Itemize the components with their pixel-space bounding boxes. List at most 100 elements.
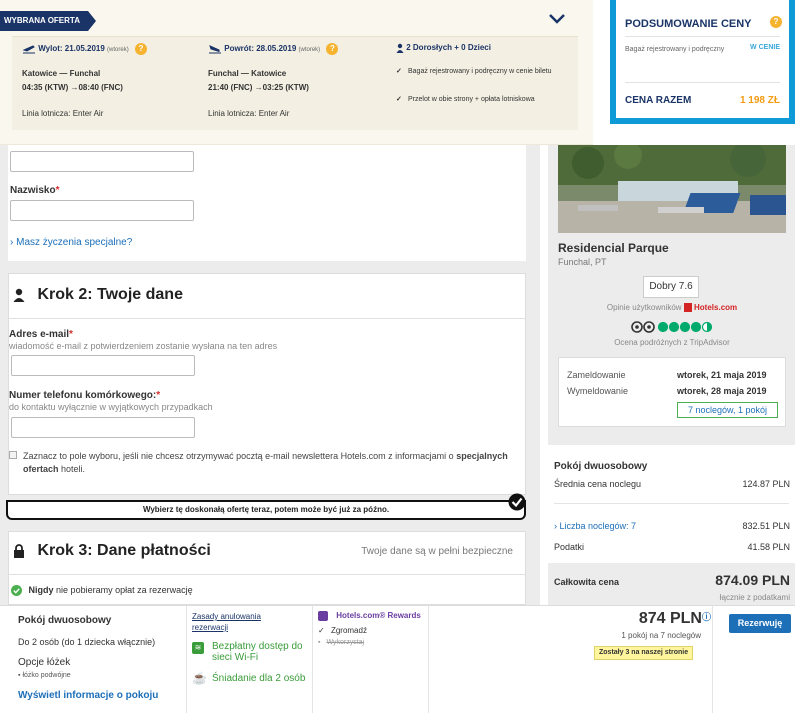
outbound-route: Katowice — Funchal xyxy=(22,69,101,78)
room-offer-row: Pokój dwuosobowy Do 2 osób (do 1 dziecka… xyxy=(0,605,795,713)
special-requests-link[interactable]: › Masz życzenia specjalne? xyxy=(10,237,132,248)
hotels-com-logo-icon xyxy=(683,303,692,313)
price-info-icon[interactable]: ⓘ xyxy=(702,612,711,622)
return-route: Funchal — Katowice xyxy=(208,69,287,78)
price-summary-info-icon[interactable]: ? xyxy=(770,16,782,28)
step2-card: Krok 2: Twoje dane Adres e-mail* wiadomo… xyxy=(8,273,526,495)
wifi-feature: ≋ Bezpłatny dostęp do sieci Wi-Fi xyxy=(192,641,310,663)
room-price: 874 PLNⓘ xyxy=(638,610,711,627)
rewards-use: ▪ Wykorzystaj xyxy=(318,639,365,646)
booking-form: Nazwisko* › Masz życzenia specjalne? Kro… xyxy=(0,145,540,605)
person-icon xyxy=(396,43,404,53)
outbound-airline: Linia lotnicza: Enter Air xyxy=(22,109,104,118)
check-circle-icon xyxy=(508,493,526,511)
hotels-com-brand: Hotels.com xyxy=(694,303,738,312)
room-name: Pokój dwuosobowy xyxy=(18,615,112,626)
plane-landing-icon xyxy=(209,45,221,54)
room-info-link[interactable]: Wyświetl informacje o pokoju xyxy=(18,690,158,701)
rating-badge: Dobry 7.6 xyxy=(643,276,699,298)
outbound-info-icon[interactable]: ? xyxy=(134,43,147,55)
hotel-name[interactable]: Residencial Parque xyxy=(558,241,669,255)
nights-badge: 7 noclegów, 1 pokój xyxy=(677,402,778,418)
plane-takeoff-icon xyxy=(22,45,35,54)
email-label: Adres e-mail* xyxy=(9,329,73,340)
return-date: Powrót: 28.05.2019 xyxy=(224,44,297,54)
avg-price-value: 124.87 PLN xyxy=(742,479,790,489)
secure-note: Twoje dane są w pełni bezpieczne xyxy=(361,546,513,557)
hotel-photo xyxy=(558,145,786,233)
total-price-value: 1 198 ZŁ xyxy=(739,95,780,106)
selected-offer-badge: WYBRANA OFERTA xyxy=(0,11,96,31)
email-hint: wiadomość e-mail z potwierdzeniem zostan… xyxy=(9,341,278,351)
rewards-title: Hotels.com® Rewards xyxy=(318,611,421,621)
breakfast-feature: ☕ Śniadanie dla 2 osób xyxy=(192,671,306,685)
baggage-label: Bagaż rejestrowany i podręczny xyxy=(625,46,725,53)
tax-value: 41.58 PLN xyxy=(747,542,790,552)
newsletter-checkbox[interactable] xyxy=(9,451,17,459)
user-icon xyxy=(13,288,25,302)
wifi-icon: ≋ xyxy=(192,642,204,654)
nights-link[interactable]: › Liczba noclegów: 7 xyxy=(554,521,636,531)
beds-item: ▪ łóżko podwójne xyxy=(18,672,71,679)
outbound-header: Wylot: 21.05.2019 (wtorek) ? xyxy=(22,43,147,57)
chevron-right-icon: › xyxy=(10,237,14,248)
step1-card: Nazwisko* › Masz życzenia specjalne? xyxy=(8,145,526,261)
return-day: (wtorek) xyxy=(298,47,321,54)
newsletter-text: Zaznacz to pole wyboru, jeśli nie chcesz… xyxy=(23,451,508,474)
rewards-icon xyxy=(318,611,328,621)
no-fee-note: Nigdy nie pobieramy opłat za rezerwację xyxy=(11,585,193,597)
total-row: Całkowita cena 874.09 PLN łącznie z poda… xyxy=(548,563,795,605)
tripadvisor-rating-icon xyxy=(631,320,715,338)
checkout-label: Wymeldowanie xyxy=(567,386,628,396)
hotel-sidebar: Residencial Parque Funchal, PT Dobry 7.6… xyxy=(548,145,795,605)
room-type: Pokój dwuosobowy xyxy=(554,461,648,472)
tripadvisor-caption: Ocena podróżnych z TripAdvisor xyxy=(614,338,730,347)
hotel-location: Funchal, PT xyxy=(558,257,607,267)
total-note: łącznie z podatkami xyxy=(719,593,790,602)
phone-hint: do kontaktu wyłącznie w wyjątkowych przy… xyxy=(9,402,213,412)
email-input[interactable] xyxy=(11,355,195,376)
nights-row: › Liczba noclegów: 7 832.51 PLN xyxy=(554,521,790,531)
outbound-day: (wtorek) xyxy=(107,47,129,54)
nights-value: 832.51 PLN xyxy=(742,521,790,531)
beds-title: Opcje łóżek xyxy=(18,657,71,668)
reviews-line: Opinie użytkowników Hotels.com xyxy=(606,303,738,313)
step3-heading: Krok 3: Dane płatności xyxy=(13,542,211,560)
price-summary-title: PODSUMOWANIE CENY xyxy=(625,18,752,30)
return-info-icon[interactable]: ? xyxy=(326,43,339,55)
surname-input[interactable] xyxy=(10,200,194,221)
outbound-date: Wylot: 21.05.2019 xyxy=(38,44,105,54)
phone-label: Numer telefonu komórkowego:* xyxy=(9,390,161,401)
avg-price-row: Średnia cena noclegu 124.87 PLN xyxy=(554,479,790,489)
price-summary-box: PODSUMOWANIE CENY ? Bagaż rejestrowany i… xyxy=(610,0,795,124)
included-item: ✓ Przelot w obie strony + opłata lotnisk… xyxy=(396,96,535,103)
return-header: Powrót: 28.05.2019 (wtorek) ? xyxy=(208,43,339,57)
checkmark-icon: ✓ xyxy=(396,96,402,103)
total-label: Całkowita cena xyxy=(554,577,620,587)
chevron-down-icon[interactable] xyxy=(547,12,567,26)
flight-details: Wylot: 21.05.2019 (wtorek) ? Katowice — … xyxy=(12,36,578,130)
first-name-input[interactable] xyxy=(10,151,194,172)
passengers-header: 2 Dorosłych + 0 Dzieci xyxy=(396,43,491,57)
cancellation-policy-link[interactable]: Zasady anulowania rezerwacji xyxy=(192,611,276,633)
baggage-value: W CENIE xyxy=(750,44,780,51)
stay-dates-box: Zameldowanie wtorek, 21 maja 2019 Wymeld… xyxy=(558,357,786,427)
urgency-banner: Wybierz tę doskonałą ofertę teraz, potem… xyxy=(6,493,526,520)
room-capacity: Do 2 osób (do 1 dziecka włącznie) xyxy=(18,637,156,647)
surname-label: Nazwisko* xyxy=(10,185,60,196)
outbound-times: 04:35 (KTW) →08:40 (FNC) xyxy=(22,83,123,92)
tax-row: Podatki 41.58 PLN xyxy=(554,542,790,552)
step2-heading: Krok 2: Twoje dane xyxy=(13,286,183,304)
check-circle-green-icon xyxy=(11,585,22,597)
return-times: 21:40 (FNC) →03:25 (KTW) xyxy=(208,83,309,92)
phone-input[interactable] xyxy=(11,417,195,438)
availability-badge: Zostały 3 na naszej stronie xyxy=(594,646,694,660)
total-price-label: CENA RAZEM xyxy=(625,95,692,106)
book-button[interactable]: Rezerwuję xyxy=(729,614,791,633)
included-item: ✓ Bagaż rejestrowany i podręczny w cenie… xyxy=(396,68,552,75)
lock-icon xyxy=(14,543,24,558)
price-note: 1 pokój na 7 noclegów xyxy=(621,631,701,640)
return-airline: Linia lotnicza: Enter Air xyxy=(208,109,290,118)
price-breakdown: Pokój dwuosobowy Średnia cena noclegu 12… xyxy=(548,445,795,605)
checkin-value: wtorek, 21 maja 2019 xyxy=(677,370,767,380)
